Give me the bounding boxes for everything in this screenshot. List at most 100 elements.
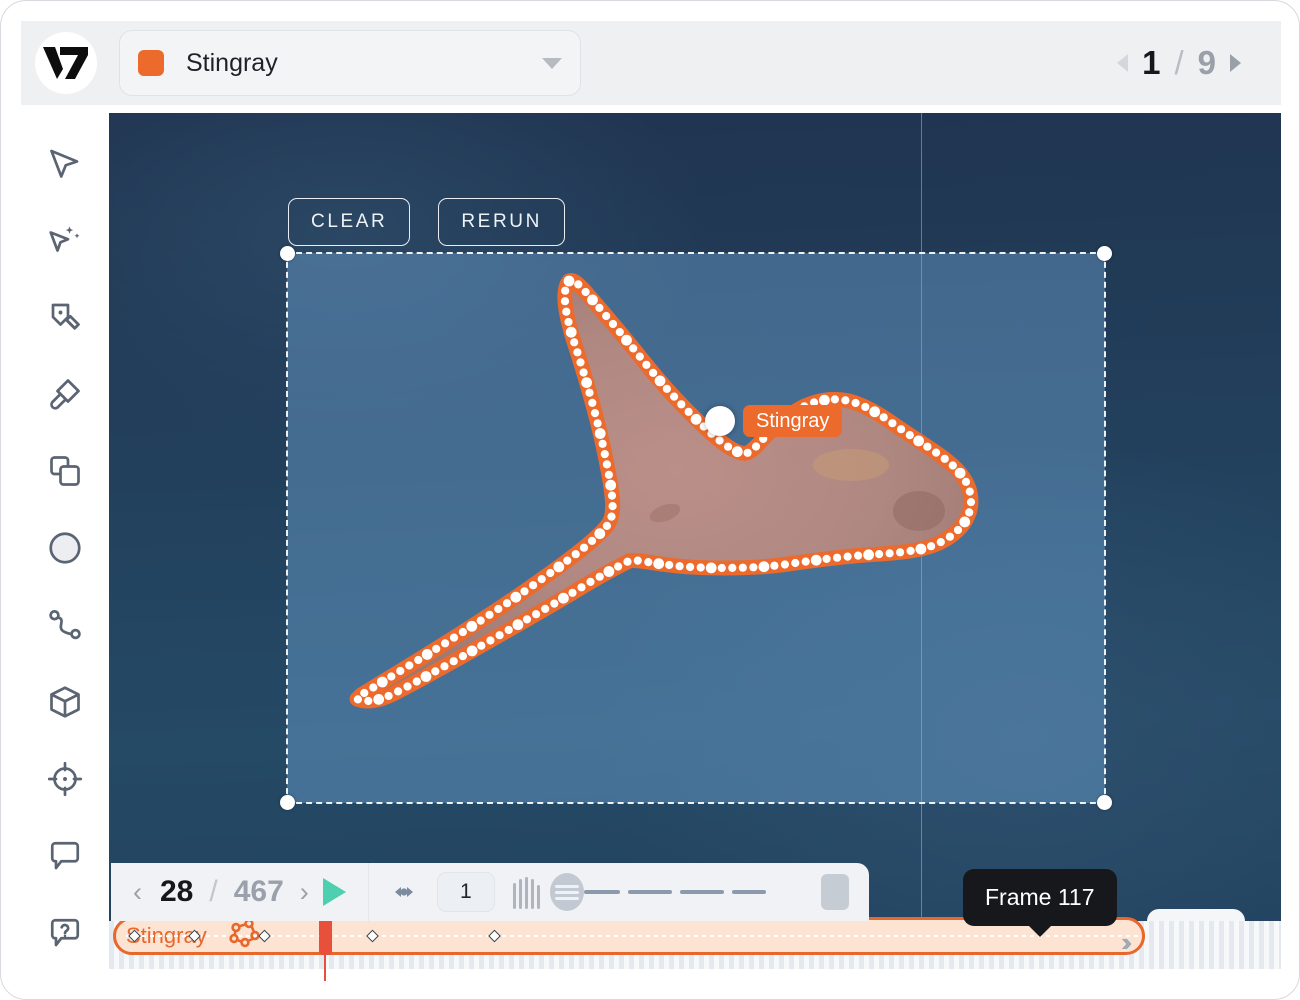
polygon-vertex[interactable]: [623, 558, 631, 566]
polygon-vertex[interactable]: [586, 578, 594, 586]
rerun-button[interactable]: RERUN: [438, 198, 565, 246]
polygon-vertex[interactable]: [728, 564, 736, 572]
polygon-vertex[interactable]: [505, 626, 513, 634]
polygon-vertex[interactable]: [541, 605, 549, 613]
polygon-vertex[interactable]: [564, 318, 572, 326]
polygon-vertex[interactable]: [373, 694, 384, 705]
frame-current[interactable]: 28: [160, 875, 193, 909]
polygon-vertex[interactable]: [685, 408, 693, 416]
sidebar-item-cuboid-tool[interactable]: [35, 673, 95, 732]
polygon-vertex[interactable]: [923, 443, 931, 451]
polygon-vertex[interactable]: [913, 436, 924, 447]
polygon-vertex[interactable]: [561, 287, 569, 295]
polygon-vertex[interactable]: [869, 406, 880, 417]
image-canvas[interactable]: CLEAR RERUN Stingray: [109, 113, 1281, 981]
polygon-vertex[interactable]: [716, 436, 724, 444]
polygon-vertex[interactable]: [605, 471, 613, 479]
polygon-vertex[interactable]: [823, 555, 831, 563]
polygon-vertex[interactable]: [466, 621, 477, 632]
polygon-vertex[interactable]: [503, 599, 511, 607]
polygon-vertex[interactable]: [568, 589, 576, 597]
polygon-vertex[interactable]: [422, 649, 433, 660]
sidebar-item-bounding-box-tool[interactable]: [35, 441, 95, 500]
polygon-vertex[interactable]: [949, 461, 957, 469]
polygon-vertex[interactable]: [580, 544, 588, 552]
polygon-vertex[interactable]: [770, 562, 778, 570]
polygon-vertex[interactable]: [831, 395, 839, 403]
stop-block-icon[interactable]: [821, 874, 849, 910]
polygon-vertex[interactable]: [966, 488, 974, 496]
polygon-vertex[interactable]: [927, 542, 935, 550]
polygon-vertex[interactable]: [601, 450, 609, 458]
polygon-vertex[interactable]: [932, 449, 940, 457]
polygon-vertex[interactable]: [440, 662, 448, 670]
polygon-vertex[interactable]: [916, 544, 927, 555]
polygon-vertex[interactable]: [609, 502, 617, 510]
polygon-vertex[interactable]: [496, 631, 504, 639]
polygon-vertex[interactable]: [485, 611, 493, 619]
polygon-vertex[interactable]: [844, 553, 852, 561]
polygon-vertex[interactable]: [605, 480, 616, 491]
stingray-annotation-polygon[interactable]: [109, 113, 1281, 981]
polygon-vertex[interactable]: [608, 492, 616, 500]
polygon-vertex[interactable]: [377, 677, 388, 688]
polygon-vertex[interactable]: [609, 320, 617, 328]
polygon-vertex[interactable]: [886, 549, 894, 557]
polygon-vertex[interactable]: [954, 526, 962, 534]
polygon-vertex[interactable]: [563, 557, 571, 565]
polygon-vertex[interactable]: [510, 592, 521, 603]
step-size-input[interactable]: [437, 872, 495, 912]
polygon-vertex[interactable]: [477, 617, 485, 625]
polygon-vertex[interactable]: [655, 376, 666, 387]
polygon-vertex[interactable]: [677, 400, 685, 408]
polygon-vertex[interactable]: [591, 409, 599, 417]
polygon-vertex[interactable]: [691, 414, 702, 425]
polygon-vertex[interactable]: [553, 562, 564, 573]
polygon-vertex[interactable]: [576, 358, 584, 366]
polygon-vertex[interactable]: [663, 385, 671, 393]
chevron-right-icon[interactable]: ›: [300, 879, 309, 906]
polygon-vertex[interactable]: [863, 549, 874, 560]
polygon-vertex[interactable]: [570, 338, 578, 346]
polygon-vertex[interactable]: [602, 312, 610, 320]
polygon-vertex[interactable]: [907, 547, 915, 555]
polygon-vertex[interactable]: [852, 399, 860, 407]
polygon-vertex[interactable]: [759, 561, 770, 572]
sidebar-item-ellipse-tool[interactable]: [35, 518, 95, 577]
polygon-vertex[interactable]: [896, 548, 904, 556]
polygon-vertex[interactable]: [581, 377, 592, 388]
polygon-vertex[interactable]: [906, 431, 914, 439]
polygon-vertex[interactable]: [580, 368, 588, 376]
polygon-vertex[interactable]: [561, 297, 569, 305]
polygon-vertex[interactable]: [937, 538, 945, 546]
polygon-vertex[interactable]: [421, 671, 432, 682]
polygon-vertex[interactable]: [431, 667, 439, 675]
polygon-vertex[interactable]: [802, 558, 810, 566]
polygon-vertex[interactable]: [432, 645, 440, 653]
clear-button[interactable]: CLEAR: [288, 198, 410, 246]
polygon-vertex[interactable]: [566, 327, 577, 338]
polygon-vertex[interactable]: [653, 558, 664, 569]
polygon-vertex[interactable]: [573, 348, 581, 356]
polygon-vertex[interactable]: [841, 396, 849, 404]
polygon-vertex[interactable]: [441, 639, 449, 647]
polygon-vertex[interactable]: [523, 615, 531, 623]
polygon-vertex[interactable]: [494, 605, 502, 613]
polygon-vertex[interactable]: [414, 656, 422, 664]
polygon-vertex[interactable]: [385, 692, 393, 700]
frame-density-icon[interactable]: [513, 875, 540, 909]
polygon-vertex[interactable]: [629, 344, 637, 352]
sidebar-item-auto-annotate-tool[interactable]: [35, 210, 95, 269]
polygon-vertex[interactable]: [749, 563, 757, 571]
polygon-vertex[interactable]: [614, 562, 622, 570]
polygon-vertex[interactable]: [369, 683, 377, 691]
timeline-playhead[interactable]: [319, 915, 332, 955]
polygon-vertex[interactable]: [538, 575, 546, 583]
polygon-vertex[interactable]: [744, 449, 752, 457]
polygon-vertex[interactable]: [732, 446, 743, 457]
polygon-vertex[interactable]: [394, 687, 402, 695]
sidebar-item-pen-tool[interactable]: [35, 287, 95, 346]
v7-logo[interactable]: [35, 32, 97, 94]
polygon-vertex[interactable]: [665, 561, 673, 569]
polygon-vertex[interactable]: [532, 610, 540, 618]
